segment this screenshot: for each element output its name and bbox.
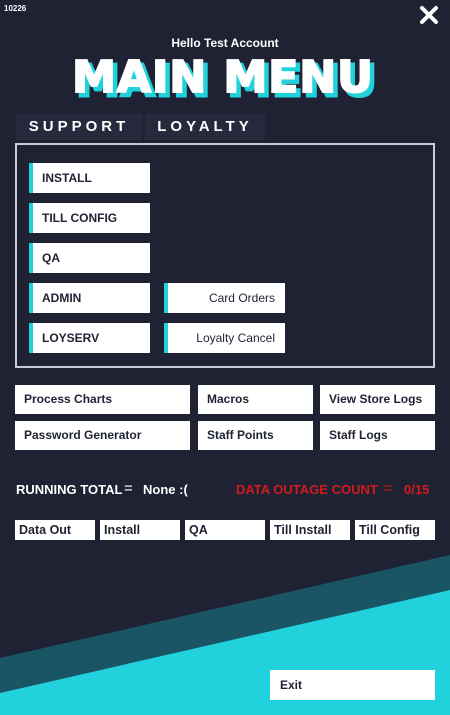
staff-logs-button[interactable]: Staff Logs — [320, 421, 435, 450]
admin-button[interactable]: ADMIN — [29, 283, 150, 313]
till-install-button[interactable]: Till Install — [270, 520, 350, 540]
tab-loyalty[interactable]: LOYALTY — [145, 114, 265, 140]
close-x-icon — [420, 6, 438, 24]
quick-till-config-button[interactable]: Till Config — [355, 520, 435, 540]
till-config-button[interactable]: TILL CONFIG — [29, 203, 150, 233]
loyalty-cancel-button[interactable]: Loyalty Cancel — [164, 323, 285, 353]
close-button[interactable] — [418, 4, 440, 26]
data-outage-equals: = — [384, 480, 393, 497]
running-total-label: RUNNING TOTAL — [16, 482, 123, 497]
qa-button[interactable]: QA — [29, 243, 150, 273]
tab-support[interactable]: SUPPORT — [16, 114, 142, 140]
macros-button[interactable]: Macros — [198, 385, 313, 414]
staff-points-button[interactable]: Staff Points — [198, 421, 313, 450]
card-orders-button[interactable]: Card Orders — [164, 283, 285, 313]
running-total-equals: = — [124, 480, 133, 497]
quick-qa-button[interactable]: QA — [185, 520, 265, 540]
data-outage-value: 0/15 — [404, 482, 430, 497]
view-store-logs-button[interactable]: View Store Logs — [320, 385, 435, 414]
loyserv-button[interactable]: LOYSERV — [29, 323, 150, 353]
main-menu-title: MAIN MENU MAIN MENU — [71, 54, 378, 104]
process-charts-button[interactable]: Process Charts — [15, 385, 190, 414]
window-id-label: 10226 — [4, 4, 27, 13]
main-menu-title-text: MAIN MENU — [72, 54, 374, 103]
greeting-text: Hello Test Account — [171, 36, 279, 50]
quick-install-button[interactable]: Install — [100, 520, 180, 540]
password-generator-button[interactable]: Password Generator — [15, 421, 190, 450]
data-outage-label: DATA OUTAGE COUNT — [236, 482, 378, 497]
data-out-button[interactable]: Data Out — [15, 520, 95, 540]
exit-button[interactable]: Exit — [270, 670, 435, 700]
running-total-value: None :( — [143, 482, 188, 497]
install-button[interactable]: INSTALL — [29, 163, 150, 193]
